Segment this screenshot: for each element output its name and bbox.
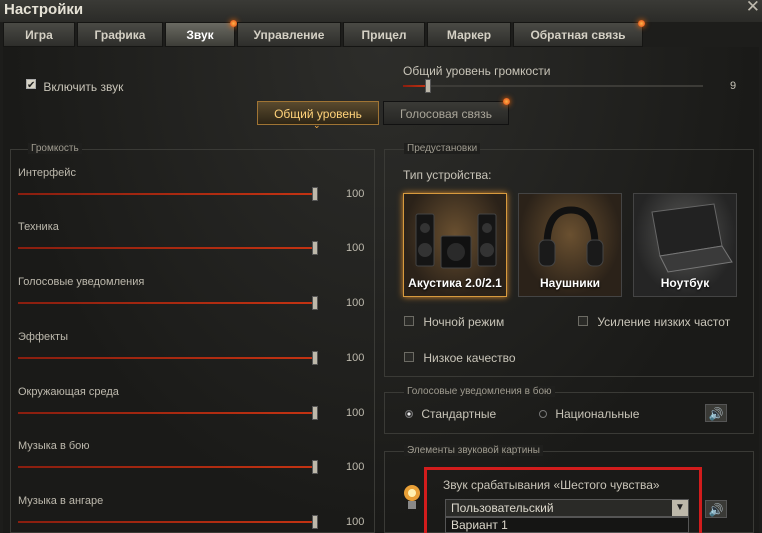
voice-notifications-legend: Голосовые уведомления в бою [404,386,555,397]
volume-label: Техника [18,221,59,233]
volume-slider[interactable] [18,193,316,195]
device-speakers[interactable]: Акустика 2.0/2.1 [403,193,507,297]
radio-standard-label: Стандартные [421,407,497,421]
sixth-sense-label: Звук срабатывания «Шестого чувства» [443,478,660,492]
volume-value: 100 [346,516,365,528]
settings-tabs: Игра Графика Звук Управление Прицел Марк… [3,20,759,47]
tab-label: Звук [186,28,214,42]
volume-slider-handle[interactable] [312,241,318,255]
volume-value: 100 [346,242,365,254]
tab-sight[interactable]: Прицел [343,22,425,47]
device-label: Наушники [539,276,601,290]
device-label: Ноутбук [660,276,710,290]
volume-slider[interactable] [18,521,316,523]
laptop-icon [651,203,733,273]
device-headphones[interactable]: Наушники [518,193,622,297]
volume-slider[interactable] [18,466,316,468]
radio-national-label: Национальные [555,407,640,421]
volume-value: 100 [346,297,365,309]
tab-label: Маркер [446,28,492,42]
volume-legend: Громкость [28,143,82,154]
volume-slider-handle[interactable] [312,515,318,529]
tab-game[interactable]: Игра [3,22,75,47]
master-volume-handle[interactable] [425,79,431,93]
speaker-icon[interactable]: 🔊 [705,500,727,518]
subtab-label: Общий уровень [274,107,362,121]
volume-value: 100 [346,461,365,473]
notification-badge [638,20,645,27]
presets-legend: Предустановки [404,143,481,154]
radio-national[interactable]: Национальные [539,407,639,421]
speakers-icon [415,213,497,269]
volume-slider[interactable] [18,357,316,359]
lightbulb-icon [402,483,422,513]
radio-circle[interactable] [405,410,413,418]
master-volume-fill [403,85,427,87]
subtab-label: Голосовая связь [400,107,492,121]
volume-slider[interactable] [18,302,316,304]
tab-label: Графика [94,28,146,42]
tab-sound[interactable]: Звук [165,20,237,47]
volume-value: 100 [346,352,365,364]
volume-label: Музыка в бою [18,440,90,452]
subtab-voice-chat[interactable]: Голосовая связь [383,98,510,125]
notification-badge [230,20,237,27]
notification-badge [503,98,510,105]
volume-slider-handle[interactable] [312,460,318,474]
dropdown-option-label: Вариант 1 [451,518,508,532]
master-volume-slider[interactable] [403,85,703,87]
speaker-icon[interactable]: 🔊 [705,404,727,422]
radio-standard[interactable]: Стандартные [405,407,496,421]
tab-feedback[interactable]: Обратная связь [513,20,645,47]
volume-slider[interactable] [18,412,316,414]
tab-marker[interactable]: Маркер [427,22,511,47]
close-icon[interactable]: ✕ [746,0,760,17]
tab-label: Управление [253,28,325,42]
device-type-label: Тип устройства: [403,168,492,182]
sound-elements-legend: Элементы звуковой картины [404,445,543,456]
device-laptop[interactable]: Ноутбук [633,193,737,297]
night-mode-label: Ночной режим [423,315,505,329]
master-volume-value: 9 [730,80,737,92]
volume-value: 100 [346,407,365,419]
tab-label: Игра [25,28,53,42]
chevron-down-icon: ⌄ [313,120,321,130]
checkbox-box[interactable] [578,316,588,326]
device-label: Акустика 2.0/2.1 [408,276,502,290]
tab-graphics[interactable]: Графика [77,22,163,47]
volume-slider-handle[interactable] [312,406,318,420]
volume-slider[interactable] [18,247,316,249]
volume-label: Голосовые уведомления [18,276,145,288]
volume-label: Эффекты [18,331,69,343]
dropdown-option[interactable]: Вариант 1 [445,517,689,533]
low-quality-label: Низкое качество [423,351,516,365]
volume-value: 100 [346,188,365,200]
bass-boost-checkbox[interactable]: Усиление низких частот [578,315,730,329]
volume-slider-handle[interactable] [312,187,318,201]
window-title: Настройки [4,1,84,18]
volume-slider-handle[interactable] [312,351,318,365]
low-quality-checkbox[interactable]: Низкое качество [404,351,516,365]
checkbox-box[interactable] [26,79,36,89]
volume-slider-handle[interactable] [312,296,318,310]
enable-sound-label: Включить звук [43,80,124,94]
night-mode-checkbox[interactable]: Ночной режим [404,315,504,329]
master-volume-label: Общий уровень громкости [403,64,551,78]
tab-label: Прицел [361,28,407,42]
volume-label: Интерфейс [18,167,76,179]
tab-controls[interactable]: Управление [237,22,341,47]
dropdown-value: Пользовательский [451,501,554,515]
chevron-down-icon[interactable]: ▼ [672,500,688,516]
tab-label: Обратная связь [530,28,626,42]
volume-label: Музыка в ангаре [18,495,104,507]
bass-boost-label: Усиление низких частот [597,315,731,329]
volume-label: Окружающая среда [18,386,119,398]
radio-circle[interactable] [539,410,547,418]
sixth-sense-dropdown[interactable]: Пользовательский ▼ [445,499,689,517]
checkbox-box[interactable] [404,316,414,326]
enable-sound-checkbox[interactable]: Включить звук [26,79,123,94]
title-bar [0,0,762,22]
checkbox-box[interactable] [404,352,414,362]
headphones-icon [538,206,604,267]
